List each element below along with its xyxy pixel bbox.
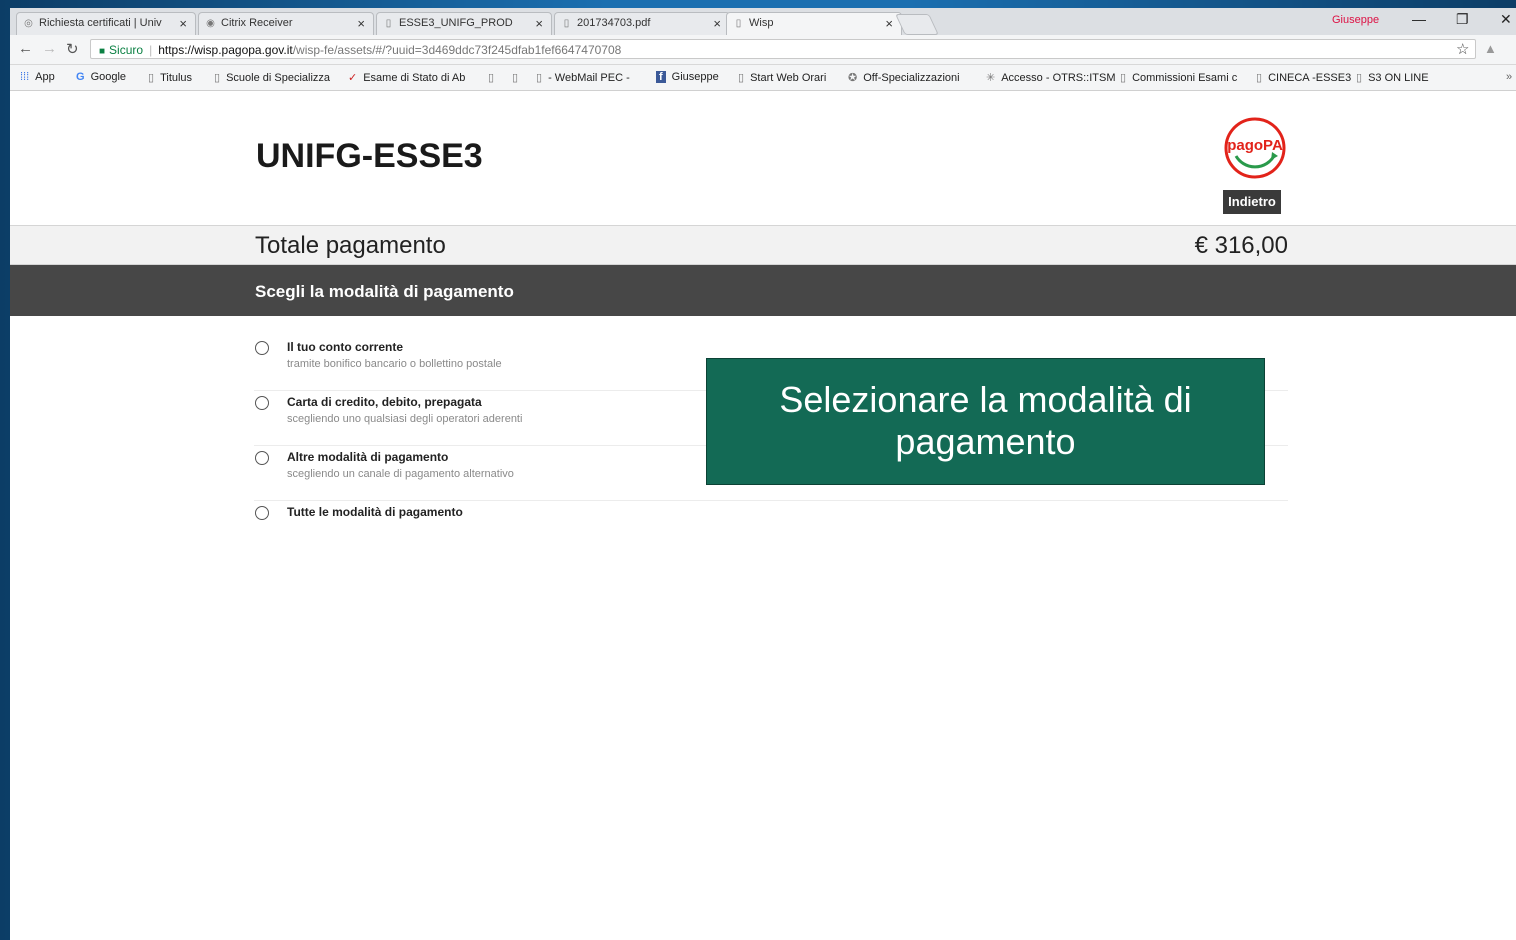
page-content: UNIFG-ESSE3 pagoPA Indietro Totale pagam… <box>10 91 1516 940</box>
tab-wisp[interactable]: ▯ Wisp × <box>726 12 902 35</box>
tab-label: Citrix Receiver <box>221 17 293 29</box>
bookmark-otrs[interactable]: ✳ Accesso - OTRS::ITSM <box>986 71 1116 84</box>
callout-line-2: pagamento <box>895 421 1076 462</box>
bookmark-apps[interactable]: ⁞⁞⁞ App <box>20 71 55 83</box>
url-input[interactable]: ■ Sicuro | https://wisp.pagopa.gov.it/wisp-… <box>90 39 1476 59</box>
extension-icon[interactable]: ▲ <box>1484 41 1497 56</box>
url-path: /wisp-fe/assets/#/?uuid=3d469ddc73f245df… <box>292 43 622 57</box>
option-title: Tutte le modalità di pagamento <box>287 505 463 519</box>
address-bar-row: ← → ↻ ■ Sicuro | https://wisp.pagopa.gov.it… <box>10 35 1516 65</box>
option-tutte-modalita[interactable]: Tutte le modalità di pagamento <box>254 501 1288 555</box>
page-icon: ▯ <box>735 18 742 29</box>
option-title: Altre modalità di pagamento <box>287 450 449 464</box>
facebook-icon: f <box>656 71 666 83</box>
bookmarks-bar: ⁞⁞⁞ App G Google ▯ Titulus ▯ Scuole di Speci… <box>10 65 1516 91</box>
bookmark-google[interactable]: G Google <box>76 71 126 83</box>
bookmark-blank-1[interactable]: ▯ <box>488 71 500 84</box>
page-icon: ▯ <box>563 18 570 29</box>
reload-icon[interactable]: ↻ <box>66 40 79 58</box>
option-subtitle: scegliendo uno qualsiasi degli operatori… <box>287 413 523 425</box>
lock-icon: ■ <box>99 46 106 57</box>
page-icon: ▯ <box>1256 72 1263 84</box>
tab-richiesta-certificati[interactable]: ◎ Richiesta certificati | Univ × <box>16 12 196 35</box>
tab-label: Richiesta certificati | Univ <box>39 17 162 29</box>
apps-grid-icon: ⁞⁞⁞ <box>20 71 30 83</box>
close-icon[interactable]: × <box>179 16 187 31</box>
back-arrow-icon[interactable]: ← <box>18 40 33 57</box>
page-icon: ▯ <box>1120 72 1127 84</box>
bookmark-webmail[interactable]: ▯ - WebMail PEC - <box>536 71 630 84</box>
tab-citrix-receiver[interactable]: ◉ Citrix Receiver × <box>198 12 374 35</box>
page-icon: ▯ <box>512 72 519 84</box>
check-icon: ✓ <box>348 72 358 84</box>
page-icon: ▯ <box>385 18 392 29</box>
instruction-callout: Selezionare la modalità di pagamento <box>706 358 1265 485</box>
tab-label: ESSE3_UNIFG_PROD <box>399 17 513 29</box>
close-icon[interactable]: × <box>535 16 543 31</box>
bookmark-start-web-orari[interactable]: ▯ Start Web Orari <box>738 71 826 84</box>
option-title: Il tuo conto corrente <box>287 340 404 354</box>
bookmark-commissioni[interactable]: ▯ Commissioni Esami c <box>1120 71 1237 84</box>
bookmark-giuseppe[interactable]: f Giuseppe <box>656 71 719 83</box>
page-icon: ▯ <box>148 72 155 84</box>
pagopa-logo: pagoPA <box>1222 116 1288 180</box>
tab-strip: ◎ Richiesta certificati | Univ × ◉ Citri… <box>10 8 1516 35</box>
page-icon: ▯ <box>1356 72 1363 84</box>
bookmark-blank-2[interactable]: ▯ <box>512 71 524 84</box>
page-title: UNIFG-ESSE3 <box>256 137 483 175</box>
page-icon: ▯ <box>738 72 745 84</box>
asterisk-icon: ✳ <box>986 72 996 84</box>
restore-icon[interactable]: ❐ <box>1456 11 1469 28</box>
callout-line-1: Selezionare la modalità di <box>779 379 1192 420</box>
globe-icon: ◎ <box>24 18 33 29</box>
bookmark-cineca[interactable]: ▯ CINECA -ESSE3 <box>1256 71 1351 84</box>
radio-button[interactable] <box>255 396 269 410</box>
tab-label: 201734703.pdf <box>577 17 651 29</box>
close-icon[interactable]: × <box>357 16 365 31</box>
bookmark-titulus[interactable]: ▯ Titulus <box>148 71 192 84</box>
option-subtitle: scegliendo un canale di pagamento altern… <box>287 468 514 480</box>
browser-window: ◎ Richiesta certificati | Univ × ◉ Citri… <box>10 8 1516 940</box>
bookmark-off-specializzazioni[interactable]: ✪ Off-Specializzazioni <box>848 71 960 84</box>
option-title: Carta di credito, debito, prepagata <box>287 395 482 409</box>
total-bar: Totale pagamento € 316,00 <box>10 225 1516 265</box>
bookmark-scuole[interactable]: ▯ Scuole di Specializza <box>214 71 330 84</box>
bookmark-s3-online[interactable]: ▯ S3 ON LINE <box>1356 71 1429 84</box>
page-icon: ▯ <box>214 72 221 84</box>
radio-button[interactable] <box>255 451 269 465</box>
profile-name[interactable]: Giuseppe <box>1332 14 1379 26</box>
bookmark-esame-stato[interactable]: ✓ Esame di Stato di Ab <box>348 71 465 84</box>
radio-button[interactable] <box>255 506 269 520</box>
tab-pdf[interactable]: ▯ 201734703.pdf × <box>554 12 730 35</box>
back-button[interactable]: Indietro <box>1223 190 1281 214</box>
close-window-icon[interactable]: ✕ <box>1500 11 1512 28</box>
page-icon: ▯ <box>488 72 495 84</box>
total-amount: € 316,00 <box>1194 232 1288 259</box>
close-icon[interactable]: × <box>885 16 893 31</box>
section-header: Scegli la modalità di pagamento <box>10 265 1516 316</box>
more-bookmarks-icon[interactable]: » <box>1506 71 1512 83</box>
secure-label: Sicuro <box>109 43 144 57</box>
option-subtitle: tramite bonifico bancario o bollettino p… <box>287 358 502 370</box>
section-title: Scegli la modalità di pagamento <box>255 282 514 301</box>
tab-esse3-unifg-prod[interactable]: ▯ ESSE3_UNIFG_PROD × <box>376 12 552 35</box>
logo-text: pagoPA <box>1227 137 1283 154</box>
total-label: Totale pagamento <box>255 232 446 259</box>
forward-arrow-icon[interactable]: → <box>42 40 57 57</box>
emblem-icon: ✪ <box>848 72 858 84</box>
google-icon: G <box>76 71 85 83</box>
close-icon[interactable]: × <box>713 16 721 31</box>
radio-button[interactable] <box>255 341 269 355</box>
url-host: https://wisp.pagopa.gov.it <box>158 43 293 57</box>
citrix-icon: ◉ <box>206 18 215 29</box>
page-icon: ▯ <box>536 72 543 84</box>
bookmark-star-icon[interactable]: ☆ <box>1456 40 1469 58</box>
minimize-icon[interactable]: — <box>1412 11 1426 27</box>
tab-label: Wisp <box>749 17 774 29</box>
